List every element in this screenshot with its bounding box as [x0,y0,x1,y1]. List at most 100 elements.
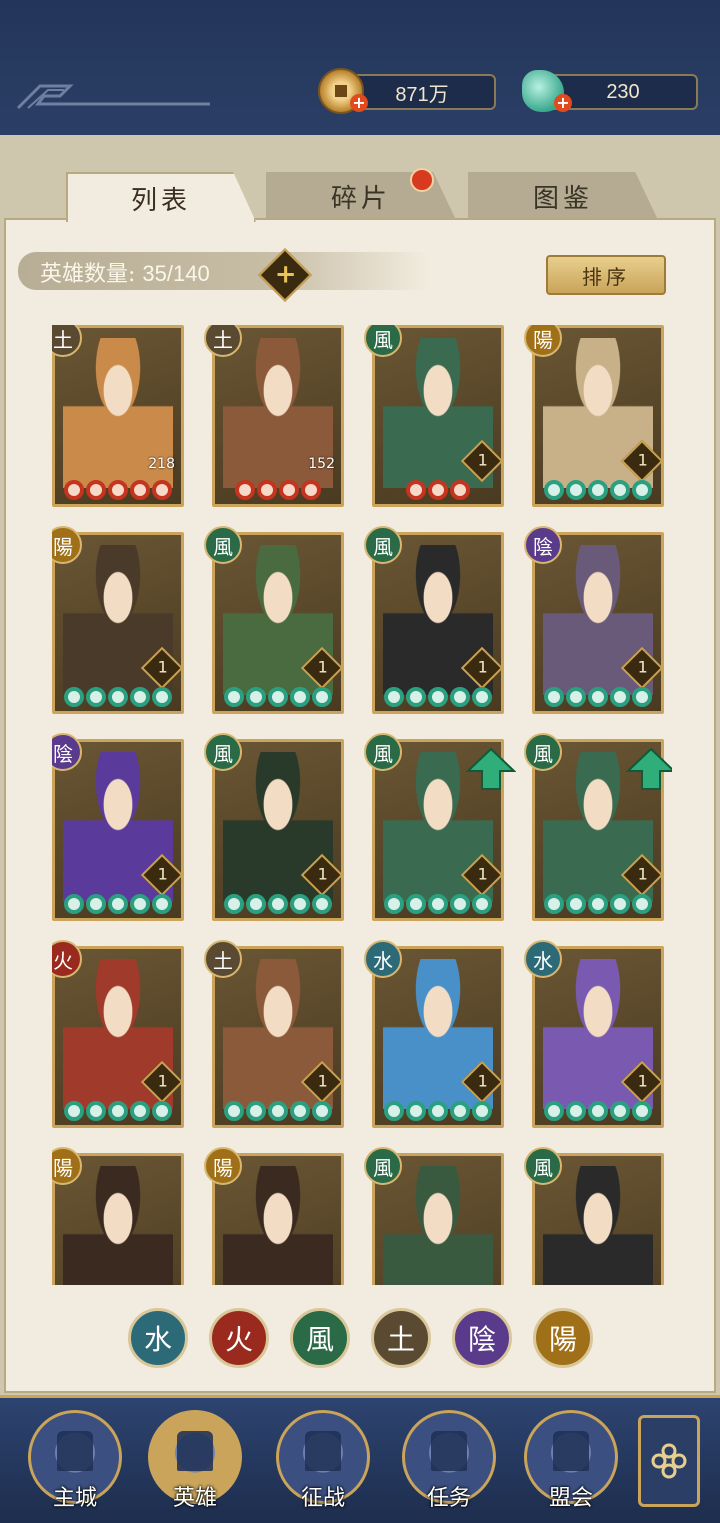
star-coin-icon [64,480,84,500]
star-coin-icon [279,480,299,500]
star-coin-icon [632,1101,652,1121]
star-coin-icon [406,1101,426,1121]
hero-fragment-count: 218 [148,456,175,472]
star-coin-icon [450,1101,470,1121]
hero-level: 1 [637,657,648,677]
hero-star-row [375,687,501,707]
star-coin-icon [544,1101,564,1121]
filter-earth-button[interactable]: 土 [371,1308,431,1368]
filter-yin-button[interactable]: 陰 [452,1308,512,1368]
star-coin-icon [472,894,492,914]
hero-fragment-count: 152 [308,456,335,472]
filter-wind-button[interactable]: 風 [290,1308,350,1368]
star-coin-icon [632,480,652,500]
star-coin-icon [86,480,106,500]
hero-portrait [223,1166,333,1285]
upgrade-arrow-icon [466,747,516,790]
star-coin-icon [130,894,150,914]
element-wind-icon: 風 [364,733,402,771]
star-coin-icon [152,687,172,707]
hero-level: 1 [477,657,488,677]
star-coin-icon [428,480,448,500]
nav-label: 盟会 [548,1486,593,1511]
filter-fire-button[interactable]: 火 [209,1308,269,1368]
hero-level: 1 [317,864,328,884]
tab-codex-label: 图鉴 [532,183,593,214]
cloud-ornament-icon [16,84,210,110]
hero-star-row [215,687,341,707]
hero-star-row [535,1101,661,1121]
star-coin-icon [152,480,172,500]
hero-grid: 218 土 152 土 1 風 1 陽 1 陽 1 風 1 風 1 陰 1 陰 1 風 1 風 1 風 1 火 1 土 1 水 1 水陽陽風風 [52,325,672,1285]
star-coin-icon [588,480,608,500]
star-coin-icon [290,687,310,707]
star-coin-icon [610,1101,630,1121]
star-coin-icon [268,687,288,707]
hero-level: 1 [317,1071,328,1091]
hero-star-row [535,480,661,500]
star-coin-icon [450,894,470,914]
hero-star-row [55,687,181,707]
star-coin-icon [108,480,128,500]
hero-level: 1 [477,864,488,884]
star-coin-icon [450,480,470,500]
star-coin-icon [428,1101,448,1121]
star-coin-icon [588,687,608,707]
star-coin-icon [130,1101,150,1121]
add-coin-button[interactable]: + [350,94,368,112]
star-coin-icon [472,687,492,707]
element-water-icon: 水 [364,940,402,978]
star-coin-icon [566,1101,586,1121]
upgrade-arrow-icon [626,747,672,790]
hero-level: 1 [637,450,648,470]
star-coin-icon [268,894,288,914]
element-wind-icon: 風 [364,1147,402,1185]
nav-label: 任务 [426,1486,471,1511]
element-water-icon: 水 [524,940,562,978]
hero-star-row [375,1101,501,1121]
element-wind-icon: 風 [364,526,402,564]
hero-star-row [215,480,341,500]
star-coin-icon [428,894,448,914]
scroll-icon [431,1431,467,1471]
add-jade-button[interactable]: + [554,94,572,112]
hero-star-row [535,894,661,914]
star-coin-icon [257,480,277,500]
element-yang-icon: 陽 [204,1147,242,1185]
tab-fragments-label: 碎片 [330,183,391,214]
hero-count: 英雄数量: 35/140 [40,256,210,288]
star-coin-icon [610,687,630,707]
hero-level: 1 [157,864,168,884]
tab-list[interactable]: 列表 [66,172,256,222]
star-coin-icon [384,894,404,914]
star-coin-icon [224,894,244,914]
star-coin-icon [566,894,586,914]
star-coin-icon [588,894,608,914]
coin-value: 871万 [395,83,449,106]
plus-icon: + [274,259,297,290]
nav-label: 征战 [300,1486,345,1511]
star-coin-icon [108,894,128,914]
filter-yang-button[interactable]: 陽 [533,1308,593,1368]
star-coin-icon [472,1101,492,1121]
tab-codex[interactable]: 图鉴 [468,172,658,220]
hero-star-row [535,687,661,707]
star-coin-icon [544,894,564,914]
element-wind-icon: 風 [524,1147,562,1185]
star-coin-icon [610,480,630,500]
sort-button[interactable]: 排序 [546,255,666,295]
star-coin-icon [224,687,244,707]
star-coin-icon [312,687,332,707]
hero-star-row [215,1101,341,1121]
star-coin-icon [406,687,426,707]
nav-label: 主城 [52,1486,97,1511]
hero-star-row [375,894,501,914]
star-coin-icon [632,894,652,914]
star-coin-icon [312,1101,332,1121]
menu-button[interactable] [638,1415,700,1507]
hero-star-row [55,894,181,914]
star-coin-icon [130,480,150,500]
filter-water-button[interactable]: 水 [128,1308,188,1368]
hero-level: 1 [637,864,648,884]
star-coin-icon [406,894,426,914]
